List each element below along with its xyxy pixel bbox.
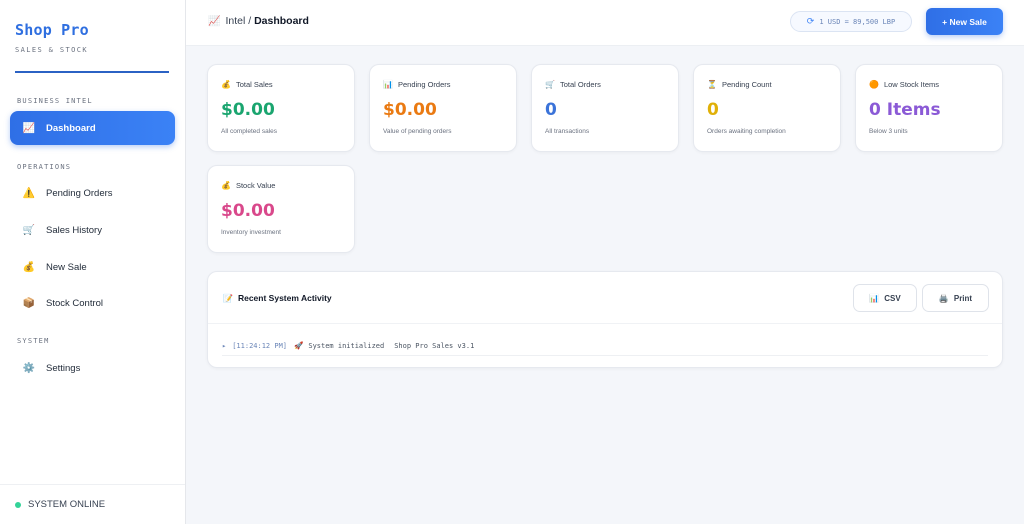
section-label-operations: OPERATIONS bbox=[17, 163, 72, 171]
new-sale-button[interactable]: + New Sale bbox=[926, 8, 1003, 35]
card-value: 0 Items bbox=[869, 100, 941, 120]
sidebar-item-sales-history[interactable]: 🛒 Sales History bbox=[10, 213, 175, 247]
card-label: Total Orders bbox=[559, 80, 601, 89]
gear-icon: ⚙️ bbox=[22, 362, 36, 374]
hourglass-icon: ⏳ bbox=[707, 80, 717, 89]
card-value: $0.00 bbox=[383, 100, 437, 120]
chart-icon: 📈 bbox=[208, 15, 221, 27]
stat-card-pending-count: ⏳ Pending Count 0 Orders awaiting complet… bbox=[693, 64, 841, 152]
card-subtext: Orders awaiting completion bbox=[707, 128, 786, 135]
sidebar-item-pending-orders[interactable]: ⚠️ Pending Orders bbox=[10, 176, 175, 210]
card-subtext: All transactions bbox=[545, 128, 590, 135]
chart-icon: 📈 bbox=[22, 122, 36, 134]
bar-chart-icon: 📊 bbox=[383, 80, 393, 89]
cart-icon: 🛒 bbox=[545, 80, 555, 89]
brand-title: Shop Pro bbox=[15, 21, 89, 39]
stat-card-pending-orders: 📊 Pending Orders $0.00 Value of pending o… bbox=[369, 64, 517, 152]
warning-icon: ⚠️ bbox=[22, 187, 36, 199]
exchange-rate-badge: ⟳ 1 USD = 89,500 LBP bbox=[790, 11, 912, 32]
top-bar: 📈 Intel / Dashboard ⟳ 1 USD = 89,500 LBP… bbox=[186, 0, 1024, 46]
card-subtext: Below 3 units bbox=[869, 128, 908, 135]
breadcrumb: 📈 Intel / Dashboard bbox=[208, 15, 309, 27]
log-detail: Shop Pro Sales v3.1 bbox=[394, 341, 475, 350]
sidebar-item-label: Settings bbox=[46, 362, 81, 374]
money-bag-icon: 💰 bbox=[221, 80, 231, 89]
sidebar-item-label: Pending Orders bbox=[46, 187, 113, 199]
brand-subtitle: SALES & STOCK bbox=[15, 46, 88, 54]
card-label: Total Sales bbox=[235, 80, 273, 89]
sidebar-item-dashboard[interactable]: 📈 Dashboard bbox=[10, 111, 175, 145]
rocket-icon: 🚀 bbox=[294, 341, 304, 350]
sidebar-item-label: New Sale bbox=[46, 261, 87, 273]
export-csv-label: CSV bbox=[884, 293, 901, 303]
sidebar-item-label: Dashboard bbox=[46, 122, 96, 134]
clipboard-icon: 📝 bbox=[223, 293, 233, 303]
card-value: $0.00 bbox=[221, 100, 275, 120]
brand-divider bbox=[15, 71, 169, 73]
status-dot-icon bbox=[15, 501, 21, 508]
card-label: Pending Count bbox=[721, 80, 772, 89]
card-subtext: Value of pending orders bbox=[383, 128, 452, 135]
activity-panel: 📝 Recent System Activity 📊 CSV 🖨️ Print … bbox=[207, 271, 1003, 368]
section-label-system: SYSTEM bbox=[17, 337, 50, 345]
refresh-icon: ⟳ bbox=[806, 16, 815, 27]
section-label-business: BUSINESS INTEL bbox=[17, 97, 93, 105]
package-icon: 📦 bbox=[22, 297, 36, 309]
sidebar-item-label: Stock Control bbox=[46, 297, 104, 309]
stat-card-total-sales: 💰 Total Sales $0.00 All completed sales bbox=[207, 64, 355, 152]
card-value: 0 bbox=[707, 100, 719, 120]
card-subtext: All completed sales bbox=[221, 128, 277, 135]
page-title: Dashboard bbox=[254, 15, 309, 27]
card-subtext: Inventory investment bbox=[221, 229, 281, 236]
card-label: Stock Value bbox=[235, 181, 276, 190]
card-value: 0 bbox=[545, 100, 557, 120]
alert-circle-icon: 🟠 bbox=[869, 80, 879, 89]
stat-card-stock-value: 💰 Stock Value $0.00 Inventory investment bbox=[207, 165, 355, 253]
money-bag-icon: 💰 bbox=[221, 181, 231, 190]
stat-card-low-stock: 🟠 Low Stock Items 0 Items Below 3 units bbox=[855, 64, 1003, 152]
card-value: $0.00 bbox=[221, 201, 275, 221]
sidebar-item-stock-control[interactable]: 📦 Stock Control bbox=[10, 286, 175, 320]
money-bag-icon: 💰 bbox=[22, 261, 36, 273]
log-timestamp: [11:24:12 PM] bbox=[232, 341, 288, 350]
system-status: SYSTEM ONLINE bbox=[0, 484, 185, 524]
breadcrumb-parent: Intel / bbox=[225, 15, 252, 27]
sidebar-item-new-sale[interactable]: 💰 New Sale bbox=[10, 250, 175, 284]
activity-header: 📝 Recent System Activity 📊 CSV 🖨️ Print bbox=[208, 272, 1002, 324]
bar-chart-icon: 📊 bbox=[869, 293, 880, 303]
activity-title-text: Recent System Activity bbox=[237, 293, 332, 303]
log-entry: ▸ [11:24:12 PM] 🚀 System initialized Sho… bbox=[222, 336, 988, 356]
log-arrow: ▸ bbox=[222, 341, 227, 350]
sidebar-item-settings[interactable]: ⚙️ Settings bbox=[10, 351, 175, 385]
system-status-text: SYSTEM ONLINE bbox=[28, 499, 106, 510]
exchange-rate-text: 1 USD = 89,500 LBP bbox=[819, 17, 896, 26]
print-label: Print bbox=[953, 293, 973, 303]
card-label: Low Stock Items bbox=[883, 80, 939, 89]
sidebar: Shop Pro SALES & STOCK BUSINESS INTEL 📈 … bbox=[0, 0, 186, 524]
stat-card-total-orders: 🛒 Total Orders 0 All transactions bbox=[531, 64, 679, 152]
print-button[interactable]: 🖨️ Print bbox=[922, 284, 989, 312]
cart-icon: 🛒 bbox=[22, 224, 36, 236]
card-label: Pending Orders bbox=[397, 80, 451, 89]
export-csv-button[interactable]: 📊 CSV bbox=[853, 284, 917, 312]
sidebar-item-label: Sales History bbox=[46, 224, 102, 236]
log-message: System initialized bbox=[308, 341, 385, 350]
printer-icon: 🖨️ bbox=[938, 293, 949, 303]
activity-title: 📝 Recent System Activity bbox=[223, 293, 332, 303]
